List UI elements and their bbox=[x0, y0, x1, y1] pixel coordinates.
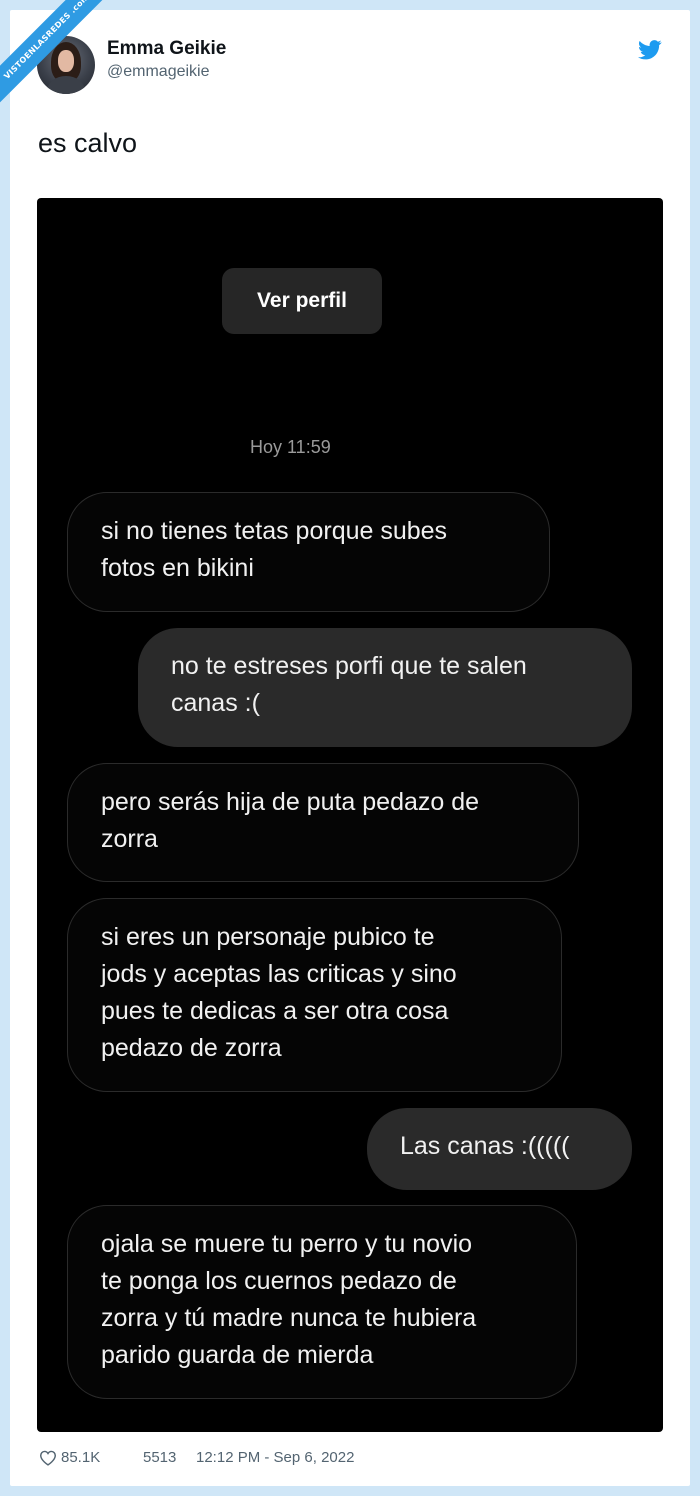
message-line: fotos en bikini bbox=[101, 554, 254, 582]
message-line: ojala se muere tu perro y tu novio bbox=[101, 1230, 473, 1258]
message-bubble-incoming: pero serás hija de puta pedazo de zorra bbox=[67, 763, 579, 882]
watermark-text: VISTOENLASREDES .com bbox=[0, 0, 110, 107]
message-line: zorra y tú madre nunca te hubiera bbox=[101, 1304, 477, 1332]
message-line: no te estreses porfi que te salen bbox=[171, 652, 527, 680]
message-line: canas :( bbox=[171, 689, 260, 717]
twitter-bird-icon[interactable] bbox=[638, 40, 662, 60]
message-line: pedazo de zorra bbox=[101, 1034, 282, 1062]
message-line: pero serás hija de puta pedazo de bbox=[101, 788, 480, 816]
heart-icon[interactable] bbox=[39, 1450, 57, 1466]
like-count[interactable]: 85.1K bbox=[61, 1449, 100, 1466]
message-line: parido guarda de mierda bbox=[101, 1341, 374, 1369]
reply-count[interactable]: 5513 bbox=[143, 1449, 176, 1466]
message-bubble-incoming: si eres un personaje pubico te jods y ac… bbox=[67, 898, 562, 1092]
message-line: jods y aceptas las criticas y sino bbox=[101, 960, 457, 988]
message-bubble-outgoing: Las canas :((((( bbox=[367, 1108, 632, 1190]
tweet-datetime[interactable]: 12:12 PM - Sep 6, 2022 bbox=[196, 1449, 354, 1466]
author-handle[interactable]: @emmageikie bbox=[107, 63, 210, 81]
tweet-text: es calvo bbox=[38, 128, 138, 158]
view-profile-button[interactable]: Ver perfil bbox=[222, 268, 382, 334]
watermark-ribbon: VISTOENLASREDES .com bbox=[0, 0, 110, 110]
chat-timestamp: Hoy 11:59 bbox=[250, 437, 331, 457]
message-line: zorra bbox=[101, 825, 158, 853]
message-line: te ponga los cuernos pedazo de bbox=[101, 1267, 457, 1295]
message-bubble-incoming: ojala se muere tu perro y tu novio te po… bbox=[67, 1205, 577, 1399]
message-bubble-outgoing: no te estreses porfi que te salen canas … bbox=[138, 628, 632, 747]
message-line: si no tienes tetas porque subes bbox=[101, 517, 448, 545]
message-line: pues te dedicas a ser otra cosa bbox=[101, 997, 449, 1025]
message-bubble-incoming: si no tienes tetas porque subes fotos en… bbox=[67, 492, 550, 612]
author-name[interactable]: Emma Geikie bbox=[107, 38, 226, 60]
message-line: si eres un personaje pubico te bbox=[101, 923, 435, 951]
message-line: Las canas :((((( bbox=[400, 1132, 570, 1160]
